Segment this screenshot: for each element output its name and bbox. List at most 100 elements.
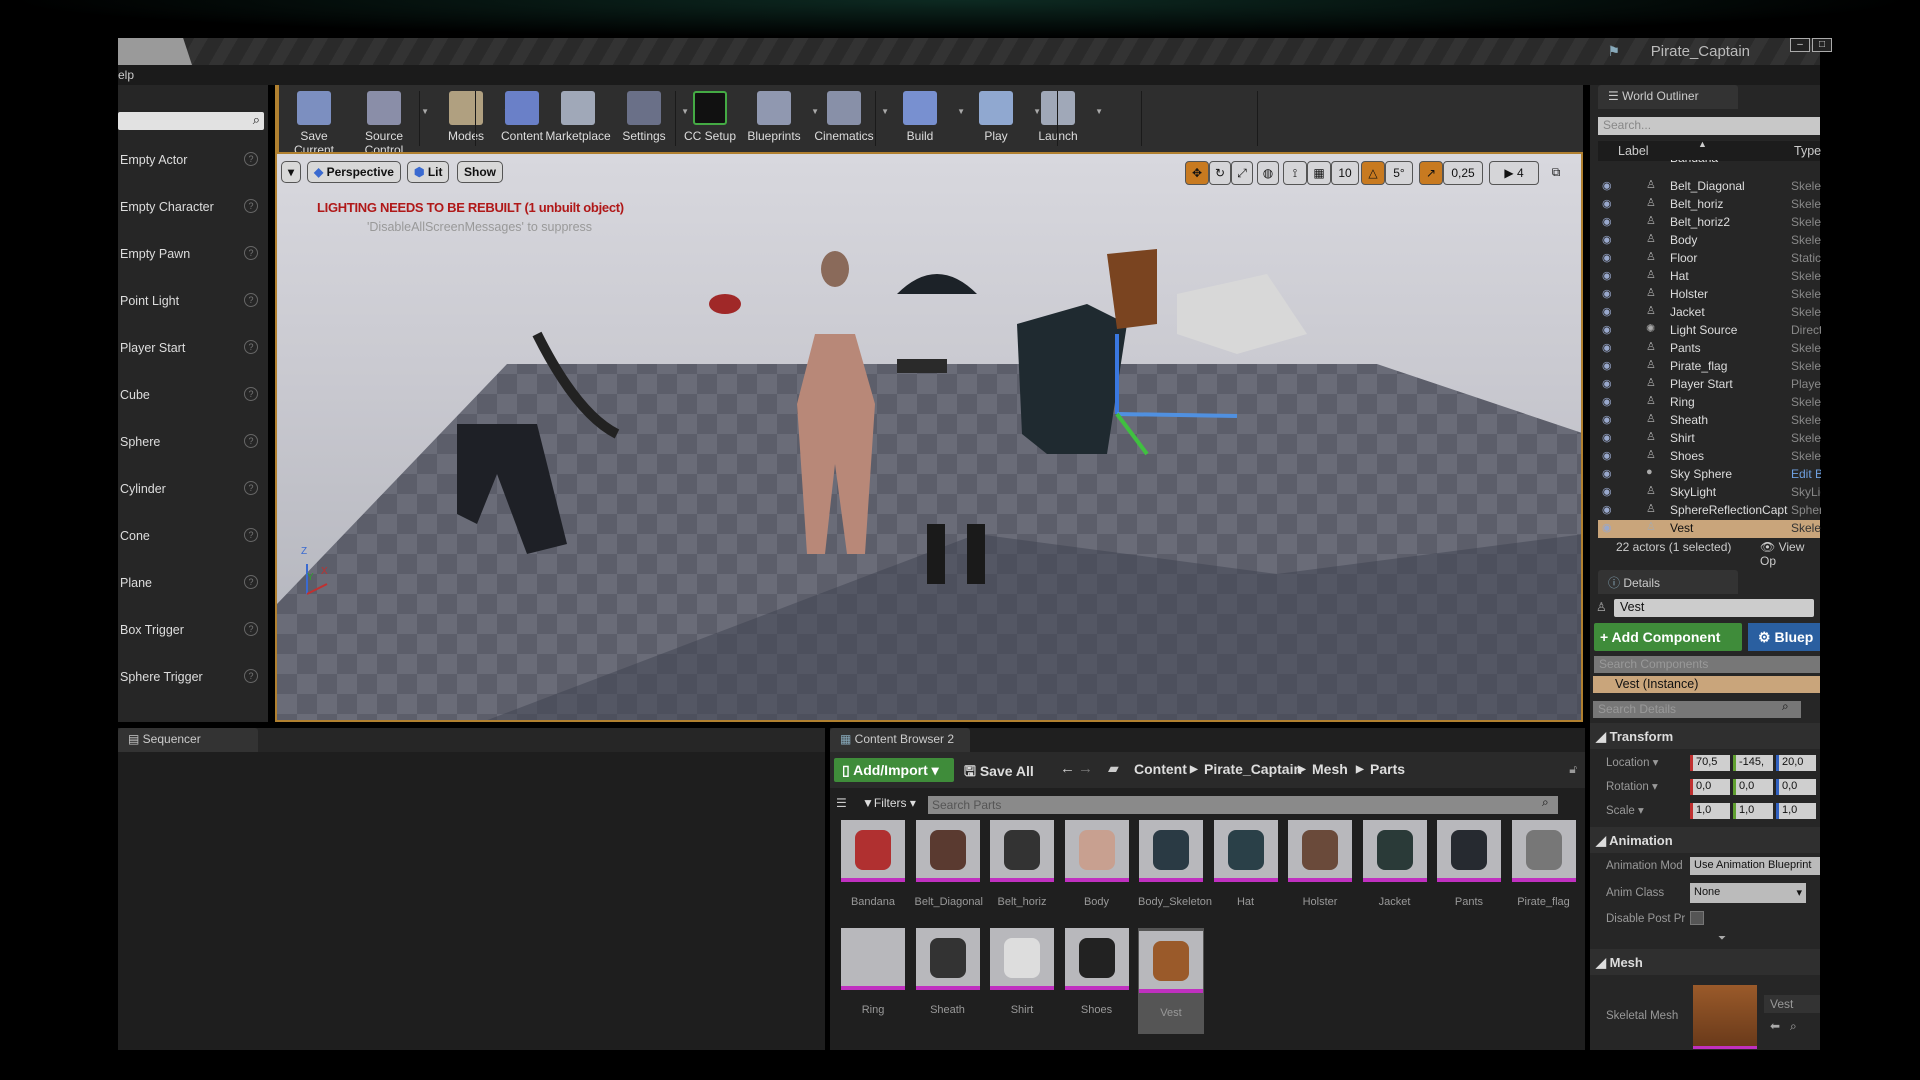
- label-column-header[interactable]: Label: [1618, 144, 1649, 158]
- outliner-row[interactable]: ◉ ♙ Hat Skeleta: [1598, 268, 1821, 286]
- outliner-row[interactable]: ◉ ♙ Shoes Skeleta: [1598, 448, 1821, 466]
- scale-y-field[interactable]: 1,0: [1733, 803, 1773, 819]
- outliner-row[interactable]: ◉ ♙ Vest Skeleta: [1598, 520, 1821, 538]
- component-vest-instance[interactable]: Vest (Instance): [1593, 676, 1820, 693]
- outliner-row[interactable]: ◉ ♙ Body Skeleta: [1598, 232, 1821, 250]
- outliner-row[interactable]: ◉ ✺ Light Source Directio: [1598, 322, 1821, 340]
- outliner-type[interactable]: Edit BP: [1791, 467, 1821, 481]
- visibility-eye-icon[interactable]: ◉: [1602, 377, 1612, 390]
- place-item[interactable]: Sphere Trigger?: [120, 669, 264, 684]
- place-item[interactable]: Empty Character?: [120, 199, 264, 214]
- scale-tool-icon[interactable]: ⤢: [1231, 161, 1253, 185]
- location-z-field[interactable]: 20,0: [1776, 755, 1816, 771]
- asset-tile[interactable]: Body: [1064, 820, 1130, 908]
- asset-tile[interactable]: Pants: [1436, 820, 1502, 908]
- help-icon[interactable]: ?: [244, 387, 258, 401]
- chevron-down-icon[interactable]: ▼: [1095, 107, 1103, 116]
- place-item[interactable]: Cylinder?: [120, 481, 264, 496]
- viewport-options-dropdown[interactable]: ▾: [281, 161, 301, 183]
- rotate-tool-icon[interactable]: ↻: [1209, 161, 1231, 185]
- tab-details[interactable]: ⓘ Details: [1598, 570, 1738, 594]
- asset-tile[interactable]: Ring: [840, 928, 906, 1016]
- outliner-row[interactable]: Bandana: [1598, 160, 1820, 168]
- transform-section[interactable]: ◢ Transform: [1590, 723, 1820, 749]
- world-space-icon[interactable]: ◍: [1257, 161, 1279, 185]
- outliner-row[interactable]: ◉ ♙ SkyLight SkyLigh: [1598, 484, 1821, 502]
- outliner-row[interactable]: ◉ ♙ Sheath Skeleta: [1598, 412, 1821, 430]
- animation-mode-dropdown[interactable]: Use Animation Blueprint: [1690, 857, 1820, 875]
- add-import-button[interactable]: ▯ Add/Import ▾: [834, 758, 954, 782]
- asset-tile[interactable]: Holster: [1287, 820, 1353, 908]
- breadcrumb-item[interactable]: Content: [1134, 761, 1187, 777]
- help-icon[interactable]: ?: [244, 246, 258, 260]
- outliner-row[interactable]: ◉ ♙ Player Start PlayerS: [1598, 376, 1821, 394]
- search-components-input[interactable]: Search Components: [1594, 656, 1820, 673]
- level-tab[interactable]: [118, 38, 192, 65]
- outliner-row[interactable]: ◉ ♙ Floor StaticM: [1598, 250, 1821, 268]
- actor-name-input[interactable]: Vest: [1614, 599, 1814, 617]
- maximize-viewport-icon[interactable]: ⧉: [1549, 161, 1563, 185]
- help-icon[interactable]: ?: [244, 528, 258, 542]
- place-item[interactable]: Cone?: [120, 528, 264, 543]
- place-item[interactable]: Empty Actor?: [120, 152, 264, 167]
- asset-tile[interactable]: Pirate_flag: [1511, 820, 1577, 908]
- visibility-eye-icon[interactable]: ◉: [1602, 413, 1612, 426]
- place-item[interactable]: Box Trigger?: [120, 622, 264, 637]
- scale-snap-value[interactable]: 0,25: [1443, 161, 1483, 185]
- perspective-button[interactable]: ◆ Perspective: [307, 161, 401, 183]
- breadcrumb-chevron-icon[interactable]: ▶: [1190, 764, 1198, 775]
- asset-tile[interactable]: Shoes: [1064, 928, 1130, 1016]
- place-search-input[interactable]: ⌕: [118, 112, 264, 130]
- search-parts-input[interactable]: Search Parts: [928, 796, 1558, 814]
- toolbar-source-control-button[interactable]: Source Control ▼: [349, 89, 429, 157]
- help-icon[interactable]: ?: [244, 669, 258, 683]
- help-icon[interactable]: ?: [244, 434, 258, 448]
- visibility-eye-icon[interactable]: ◉: [1602, 359, 1612, 372]
- asset-tile[interactable]: Sheath: [915, 928, 981, 1016]
- breadcrumb-chevron-icon[interactable]: ▶: [1298, 764, 1306, 775]
- rotation-snap-value[interactable]: 5°: [1385, 161, 1413, 185]
- minimize-button[interactable]: –: [1790, 38, 1810, 52]
- scale-x-field[interactable]: 1,0: [1690, 803, 1730, 819]
- anim-class-dropdown[interactable]: None ▾: [1690, 883, 1806, 903]
- surface-snap-icon[interactable]: ⟟: [1283, 161, 1307, 185]
- visibility-eye-icon[interactable]: ◉: [1602, 269, 1612, 282]
- blueprint-button[interactable]: ⚙ Bluep: [1748, 623, 1820, 651]
- filters-button[interactable]: ▼Filters ▾: [862, 796, 916, 810]
- visibility-eye-icon[interactable]: ◉: [1602, 395, 1612, 408]
- toolbar-settings-button[interactable]: Settings ▼: [609, 89, 689, 143]
- asset-tile[interactable]: Bandana: [840, 820, 906, 908]
- visibility-eye-icon[interactable]: ◉: [1602, 449, 1612, 462]
- asset-tile[interactable]: Shirt: [989, 928, 1055, 1016]
- outliner-row[interactable]: ◉ ♙ Shirt Skeleta: [1598, 430, 1821, 448]
- skeletal-mesh-thumbnail[interactable]: [1693, 985, 1757, 1049]
- place-item[interactable]: Sphere?: [120, 434, 264, 449]
- help-icon[interactable]: ?: [244, 199, 258, 213]
- expand-advanced-icon[interactable]: ⏷: [1718, 933, 1726, 944]
- outliner-search-input[interactable]: Search...: [1598, 117, 1820, 135]
- visibility-eye-icon[interactable]: ◉: [1602, 341, 1612, 354]
- outliner-row[interactable]: ◉ ♙ SphereReflectionCaptSphere: [1598, 502, 1821, 520]
- forward-button[interactable]: →: [1078, 760, 1093, 777]
- toolbar-blueprints-button[interactable]: Blueprints ▼: [739, 89, 819, 143]
- place-item[interactable]: Player Start?: [120, 340, 264, 355]
- rotation-x-field[interactable]: 0,0: [1690, 779, 1730, 795]
- tab-world-outliner[interactable]: ☰ World Outliner: [1598, 85, 1738, 109]
- breadcrumb-item[interactable]: Pirate_Captain: [1204, 761, 1302, 777]
- camera-speed-button[interactable]: ▶ 4: [1489, 161, 1539, 185]
- outliner-row[interactable]: ◉ ♙ Pirate_flag Skeleta: [1598, 358, 1821, 376]
- back-button[interactable]: ←: [1060, 760, 1075, 777]
- tab-sequencer[interactable]: ▤ Sequencer: [118, 728, 258, 752]
- visibility-eye-icon[interactable]: ◉: [1602, 233, 1612, 246]
- lit-button[interactable]: ⬢ Lit: [407, 161, 450, 183]
- visibility-eye-icon[interactable]: ◉: [1602, 467, 1612, 480]
- help-icon[interactable]: ?: [244, 575, 258, 589]
- skeletal-mesh-combo[interactable]: Vest: [1764, 995, 1820, 1013]
- scale-label[interactable]: Scale ▾: [1606, 803, 1644, 817]
- asset-tile[interactable]: Jacket: [1362, 820, 1428, 908]
- visibility-eye-icon[interactable]: ◉: [1602, 503, 1612, 516]
- view-options-button[interactable]: 👁︎ View Op: [1760, 540, 1820, 568]
- visibility-eye-icon[interactable]: ◉: [1602, 179, 1612, 192]
- sources-toggle-icon[interactable]: ☰: [836, 796, 847, 810]
- use-selected-arrow-icon[interactable]: ⬅: [1770, 1019, 1780, 1033]
